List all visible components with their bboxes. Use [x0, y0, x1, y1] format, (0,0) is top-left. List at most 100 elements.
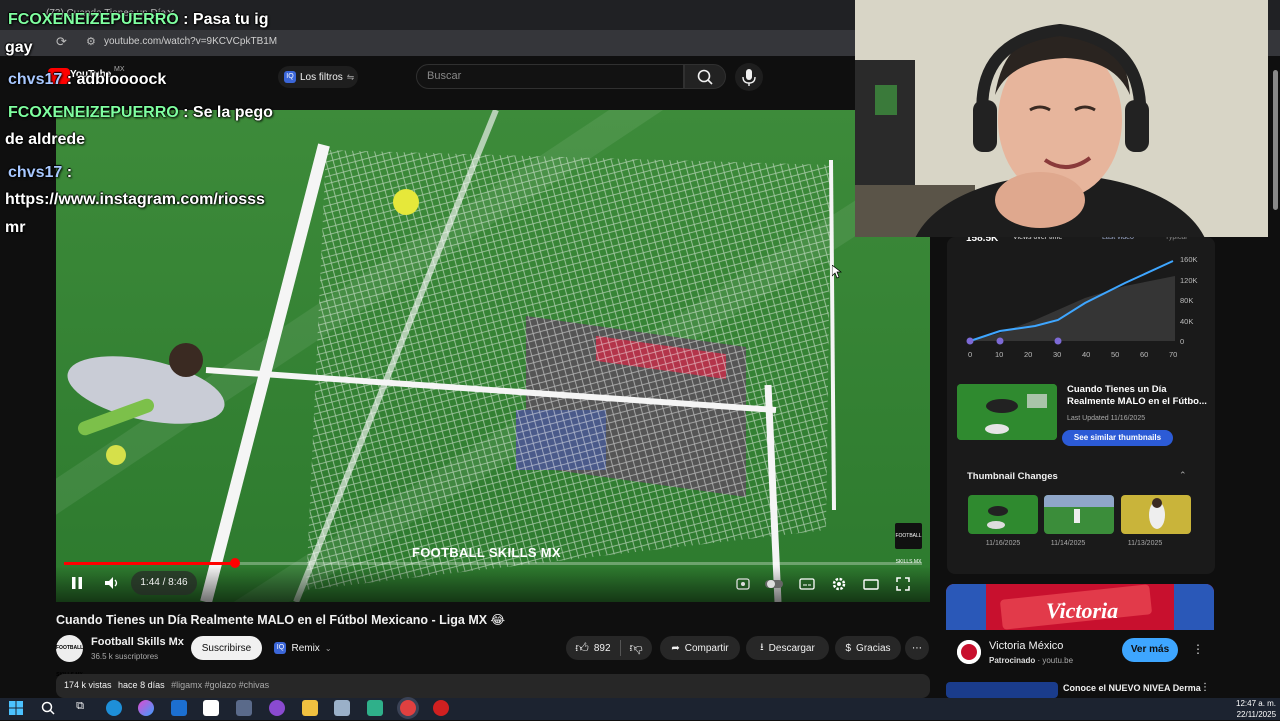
- chat-username: chvs17: [8, 164, 63, 181]
- next-video-thumbnail[interactable]: [946, 682, 1058, 698]
- ad-banner[interactable]: Victoria: [946, 584, 1214, 630]
- sliders-icon: ⇋: [346, 71, 355, 82]
- task-view-icon[interactable]: ⧉: [72, 700, 88, 716]
- thumbs-up-icon[interactable]: 👍︎: [575, 640, 589, 656]
- extension-icon: IQ: [284, 71, 296, 83]
- file-explorer-icon[interactable]: [302, 700, 318, 716]
- download-button[interactable]: ⭳ Descargar: [746, 636, 829, 660]
- mail-icon[interactable]: [171, 700, 187, 716]
- voice-search-button[interactable]: [735, 63, 763, 91]
- share-button[interactable]: ➦ Compartir: [660, 636, 740, 660]
- x-tick: 20: [1024, 350, 1032, 359]
- thumbnail-history-item[interactable]: [1121, 495, 1191, 534]
- like-dislike-group[interactable]: 👍︎ 892 👎︎: [566, 636, 652, 660]
- thumbnail-history-item[interactable]: [1044, 495, 1114, 534]
- settings-gear-icon[interactable]: [829, 574, 849, 594]
- copilot-icon[interactable]: [138, 700, 154, 716]
- search-button[interactable]: [684, 64, 726, 89]
- time-display: 1:44 / 8:46: [131, 571, 197, 595]
- channel-watermark: FOOTBALL SKILLS MX: [412, 545, 561, 560]
- channel-watermark-logo[interactable]: FOOTBALL SKILLS MX: [895, 523, 922, 565]
- filters-button[interactable]: IQ Los filtros ⇋: [278, 66, 358, 88]
- thumbs-down-icon[interactable]: 👎︎: [630, 640, 643, 656]
- sponsored-label: Patrocinado: [989, 656, 1036, 665]
- obs-icon[interactable]: [269, 700, 285, 716]
- ad-cta-button[interactable]: Ver más: [1122, 638, 1178, 662]
- video-player[interactable]: [56, 110, 930, 602]
- fullscreen-icon[interactable]: [893, 574, 913, 594]
- ad-more-icon[interactable]: ⋮: [1192, 642, 1204, 656]
- chat-message-continuation: mr: [5, 219, 26, 236]
- subscribe-button[interactable]: Suscribirse: [191, 636, 262, 660]
- chat-message-continuation: de aldrede: [5, 131, 86, 148]
- subtitles-icon[interactable]: [797, 574, 817, 594]
- x-tick: 0: [968, 350, 972, 359]
- hashtags[interactable]: #ligamx #golazo #chivas: [171, 680, 269, 690]
- x-tick: 40: [1082, 350, 1090, 359]
- description-box[interactable]: 174 k vistas hace 8 días #ligamx #golazo…: [56, 674, 930, 698]
- webcam-overlay: [855, 0, 1268, 237]
- more-actions-icon[interactable]: ⋯: [905, 636, 929, 660]
- app-icon[interactable]: [236, 700, 252, 716]
- scrollbar-thumb[interactable]: [1273, 70, 1278, 210]
- x-tick: 10: [995, 350, 1003, 359]
- thumbnail-history-item[interactable]: [968, 495, 1038, 534]
- channel-avatar[interactable]: FOOTBALL SKILLS MX: [56, 635, 83, 678]
- thumbnail-date: 11/13/2025: [1127, 540, 1163, 547]
- mouse-cursor-icon: [831, 264, 843, 284]
- pause-icon: [72, 577, 82, 589]
- thanks-button[interactable]: $ Gracias: [835, 636, 901, 660]
- chevron-up-icon[interactable]: ⌃: [1179, 470, 1187, 481]
- progress-scrubber[interactable]: [230, 558, 240, 568]
- thumbnail-date: 11/16/2025: [985, 540, 1021, 547]
- chat-username: FCOXENEIZEPUERRO: [8, 104, 179, 121]
- remix-label: Remix: [291, 642, 320, 654]
- search-input[interactable]: Buscar: [416, 64, 684, 89]
- windows-start-icon[interactable]: [8, 700, 24, 716]
- url-text[interactable]: youtube.com/watch?v=9KCVCpkTB1M: [104, 36, 277, 47]
- x-tick: 50: [1111, 350, 1119, 359]
- advertiser-name[interactable]: Victoria México: [989, 640, 1063, 652]
- app-icon[interactable]: [433, 700, 449, 716]
- channel-name[interactable]: Football Skills Mx: [91, 636, 184, 648]
- chat-message: FCOXENEIZEPUERRO : Se la pego: [8, 99, 273, 127]
- next-video-title[interactable]: Conoce el NUEVO NIVEA Derma: [1063, 683, 1201, 693]
- suggested-title[interactable]: Cuando Tienes un Día Realmente MALO en e…: [1067, 384, 1207, 408]
- suggested-updated: Last Updated 11/16/2025: [1067, 415, 1146, 422]
- y-tick: 160K: [1180, 255, 1198, 264]
- ad-sponsored-line: Patrocinado · youtu.be: [989, 656, 1074, 665]
- download-arrow-icon: ⭳: [760, 641, 764, 653]
- pause-button[interactable]: [66, 572, 88, 594]
- chevron-down-icon: ⌄: [324, 643, 332, 653]
- reload-icon[interactable]: ⟳: [56, 34, 67, 50]
- see-similar-button[interactable]: See similar thumbnails: [1062, 430, 1173, 446]
- chat-username: FCOXENEIZEPUERRO: [8, 11, 179, 28]
- thumbnail-date: 11/14/2025: [1050, 540, 1086, 547]
- taskbar-clock[interactable]: 12:47 a. m. 22/11/2025: [1236, 698, 1276, 720]
- filters-label: Los filtros: [300, 71, 343, 83]
- video-title: Cuando Tienes un Día Realmente MALO en e…: [56, 613, 506, 627]
- subscriber-count: 36.5 k suscriptores: [91, 652, 159, 661]
- app-icon[interactable]: [367, 700, 383, 716]
- edge-icon[interactable]: [106, 700, 122, 716]
- search-taskbar-icon[interactable]: [40, 700, 56, 716]
- chat-text: adbloooock: [76, 71, 167, 88]
- chat-separator: :: [178, 11, 193, 28]
- extension-control-icon[interactable]: [733, 574, 753, 594]
- download-label: Descargar: [768, 642, 815, 654]
- site-info-icon[interactable]: ⚙: [86, 35, 96, 48]
- next-video-more-icon[interactable]: ⋮: [1200, 682, 1210, 693]
- advertiser-logo[interactable]: [957, 640, 981, 664]
- remix-button[interactable]: IQ Remix ⌄: [268, 636, 338, 660]
- store-icon[interactable]: [203, 700, 219, 716]
- theater-mode-icon[interactable]: [861, 574, 881, 594]
- thanks-label: Gracias: [856, 642, 891, 654]
- chrome-icon[interactable]: [400, 700, 416, 716]
- x-tick: 30: [1053, 350, 1061, 359]
- suggested-thumbnail[interactable]: [957, 384, 1057, 440]
- volume-button[interactable]: [101, 572, 123, 594]
- autoplay-toggle[interactable]: [764, 574, 784, 594]
- app-icon[interactable]: [334, 700, 350, 716]
- chat-separator: :: [178, 104, 193, 121]
- clock-date: 22/11/2025: [1236, 710, 1277, 719]
